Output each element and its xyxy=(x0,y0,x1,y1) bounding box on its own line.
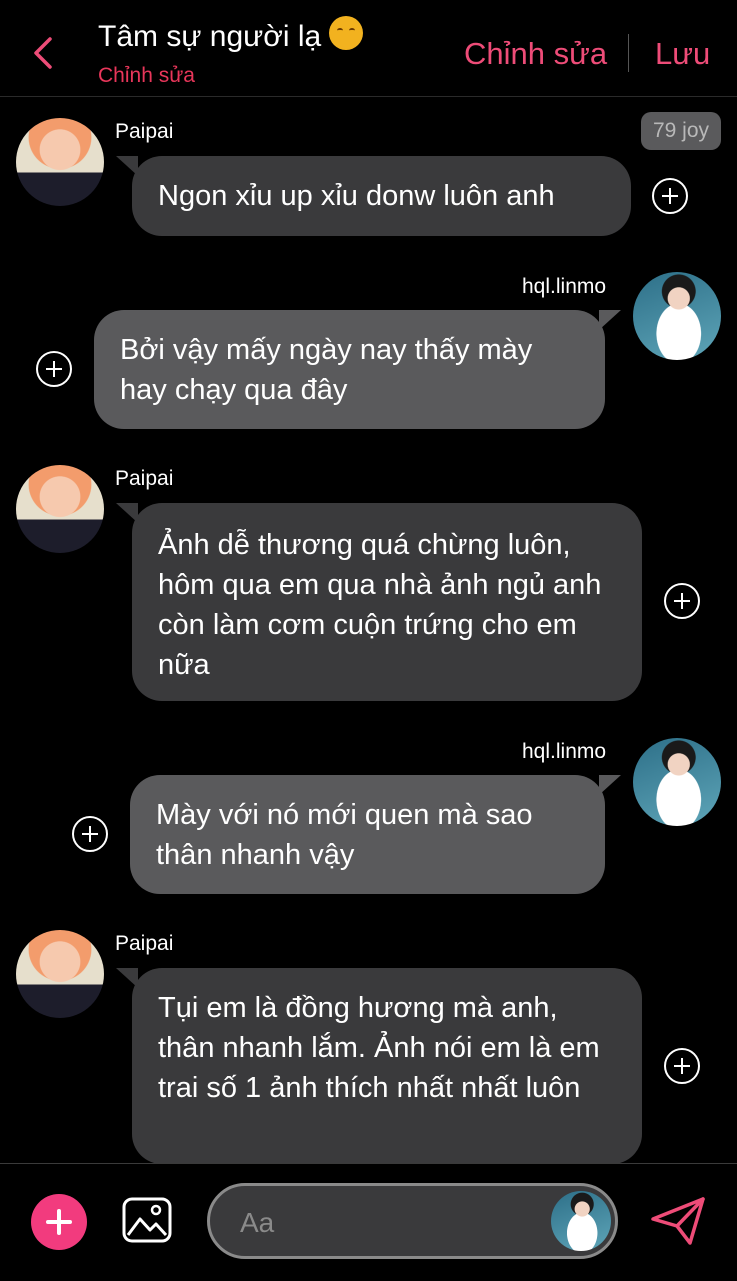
bubble-tail xyxy=(116,156,138,176)
save-button[interactable]: Lưu xyxy=(655,36,710,72)
avatar-paipai[interactable] xyxy=(16,465,104,553)
avatar-paipai[interactable] xyxy=(16,118,104,206)
add-plus-button[interactable] xyxy=(31,1194,87,1250)
add-reaction-plus-icon[interactable] xyxy=(36,351,72,387)
edit-button[interactable]: Chỉnh sửa xyxy=(464,36,607,72)
message-text: Mày với nó mới quen mà sao thân nhanh vậ… xyxy=(156,799,533,871)
message-input[interactable] xyxy=(238,1204,542,1242)
message-bubble[interactable]: Bởi vậy mấy ngày nay thấy mày hay chạy q… xyxy=(94,310,621,429)
avatar-hql-linmo[interactable] xyxy=(633,738,721,826)
message-bubble[interactable]: Ngon xỉu up xỉu donw luôn anh xyxy=(116,156,631,236)
sender-name: Paipai xyxy=(115,120,174,143)
sender-name: Paipai xyxy=(115,467,174,490)
avatar-hql-linmo[interactable] xyxy=(633,272,721,360)
message-text: Tụi em là đồng hương mà anh, thân nhanh … xyxy=(158,992,600,1104)
chat-header: Tâm sự người lạ Chỉnh sửa Chỉnh sửa Lưu xyxy=(0,0,737,97)
chat-title-text: Tâm sự người lạ xyxy=(98,20,322,53)
bubble-tail xyxy=(116,503,138,523)
message-bubble[interactable]: Ảnh dễ thương quá chừng luôn, hôm qua em… xyxy=(116,503,642,701)
bubble-tail xyxy=(116,968,138,988)
message-bubble[interactable]: Mày với nó mới quen mà sao thân nhanh vậ… xyxy=(130,775,621,894)
image-icon[interactable] xyxy=(122,1197,172,1243)
composer-avatar[interactable] xyxy=(551,1191,611,1251)
message-text: Ảnh dễ thương quá chừng luôn, hôm qua em… xyxy=(158,529,602,681)
message-text: Ngon xỉu up xỉu donw luôn anh xyxy=(158,180,555,212)
add-reaction-plus-icon[interactable] xyxy=(652,178,688,214)
chat-title: Tâm sự người lạ xyxy=(98,16,364,54)
avatar-paipai[interactable] xyxy=(16,930,104,1018)
chat-subtitle: Chỉnh sửa xyxy=(98,64,195,87)
back-chevron-icon[interactable] xyxy=(30,36,56,70)
sender-name: hql.linmo xyxy=(522,740,607,763)
add-reaction-plus-icon[interactable] xyxy=(664,583,700,619)
message-bubble[interactable]: Tụi em là đồng hương mà anh, thân nhanh … xyxy=(116,968,642,1164)
message-input-field[interactable] xyxy=(207,1183,618,1259)
message-text: Bởi vậy mấy ngày nay thấy mày hay chạy q… xyxy=(120,334,533,406)
bubble-tail xyxy=(599,775,621,795)
bubble-tail xyxy=(599,310,621,330)
joy-count-badge: 79 joy xyxy=(641,112,721,150)
add-reaction-plus-icon[interactable] xyxy=(664,1048,700,1084)
header-divider xyxy=(628,34,629,72)
smiling-face-emoji-icon xyxy=(329,16,364,50)
sender-name: hql.linmo xyxy=(522,275,607,298)
add-reaction-plus-icon[interactable] xyxy=(72,816,108,852)
send-icon[interactable] xyxy=(650,1196,706,1246)
sender-name: Paipai xyxy=(115,932,174,955)
